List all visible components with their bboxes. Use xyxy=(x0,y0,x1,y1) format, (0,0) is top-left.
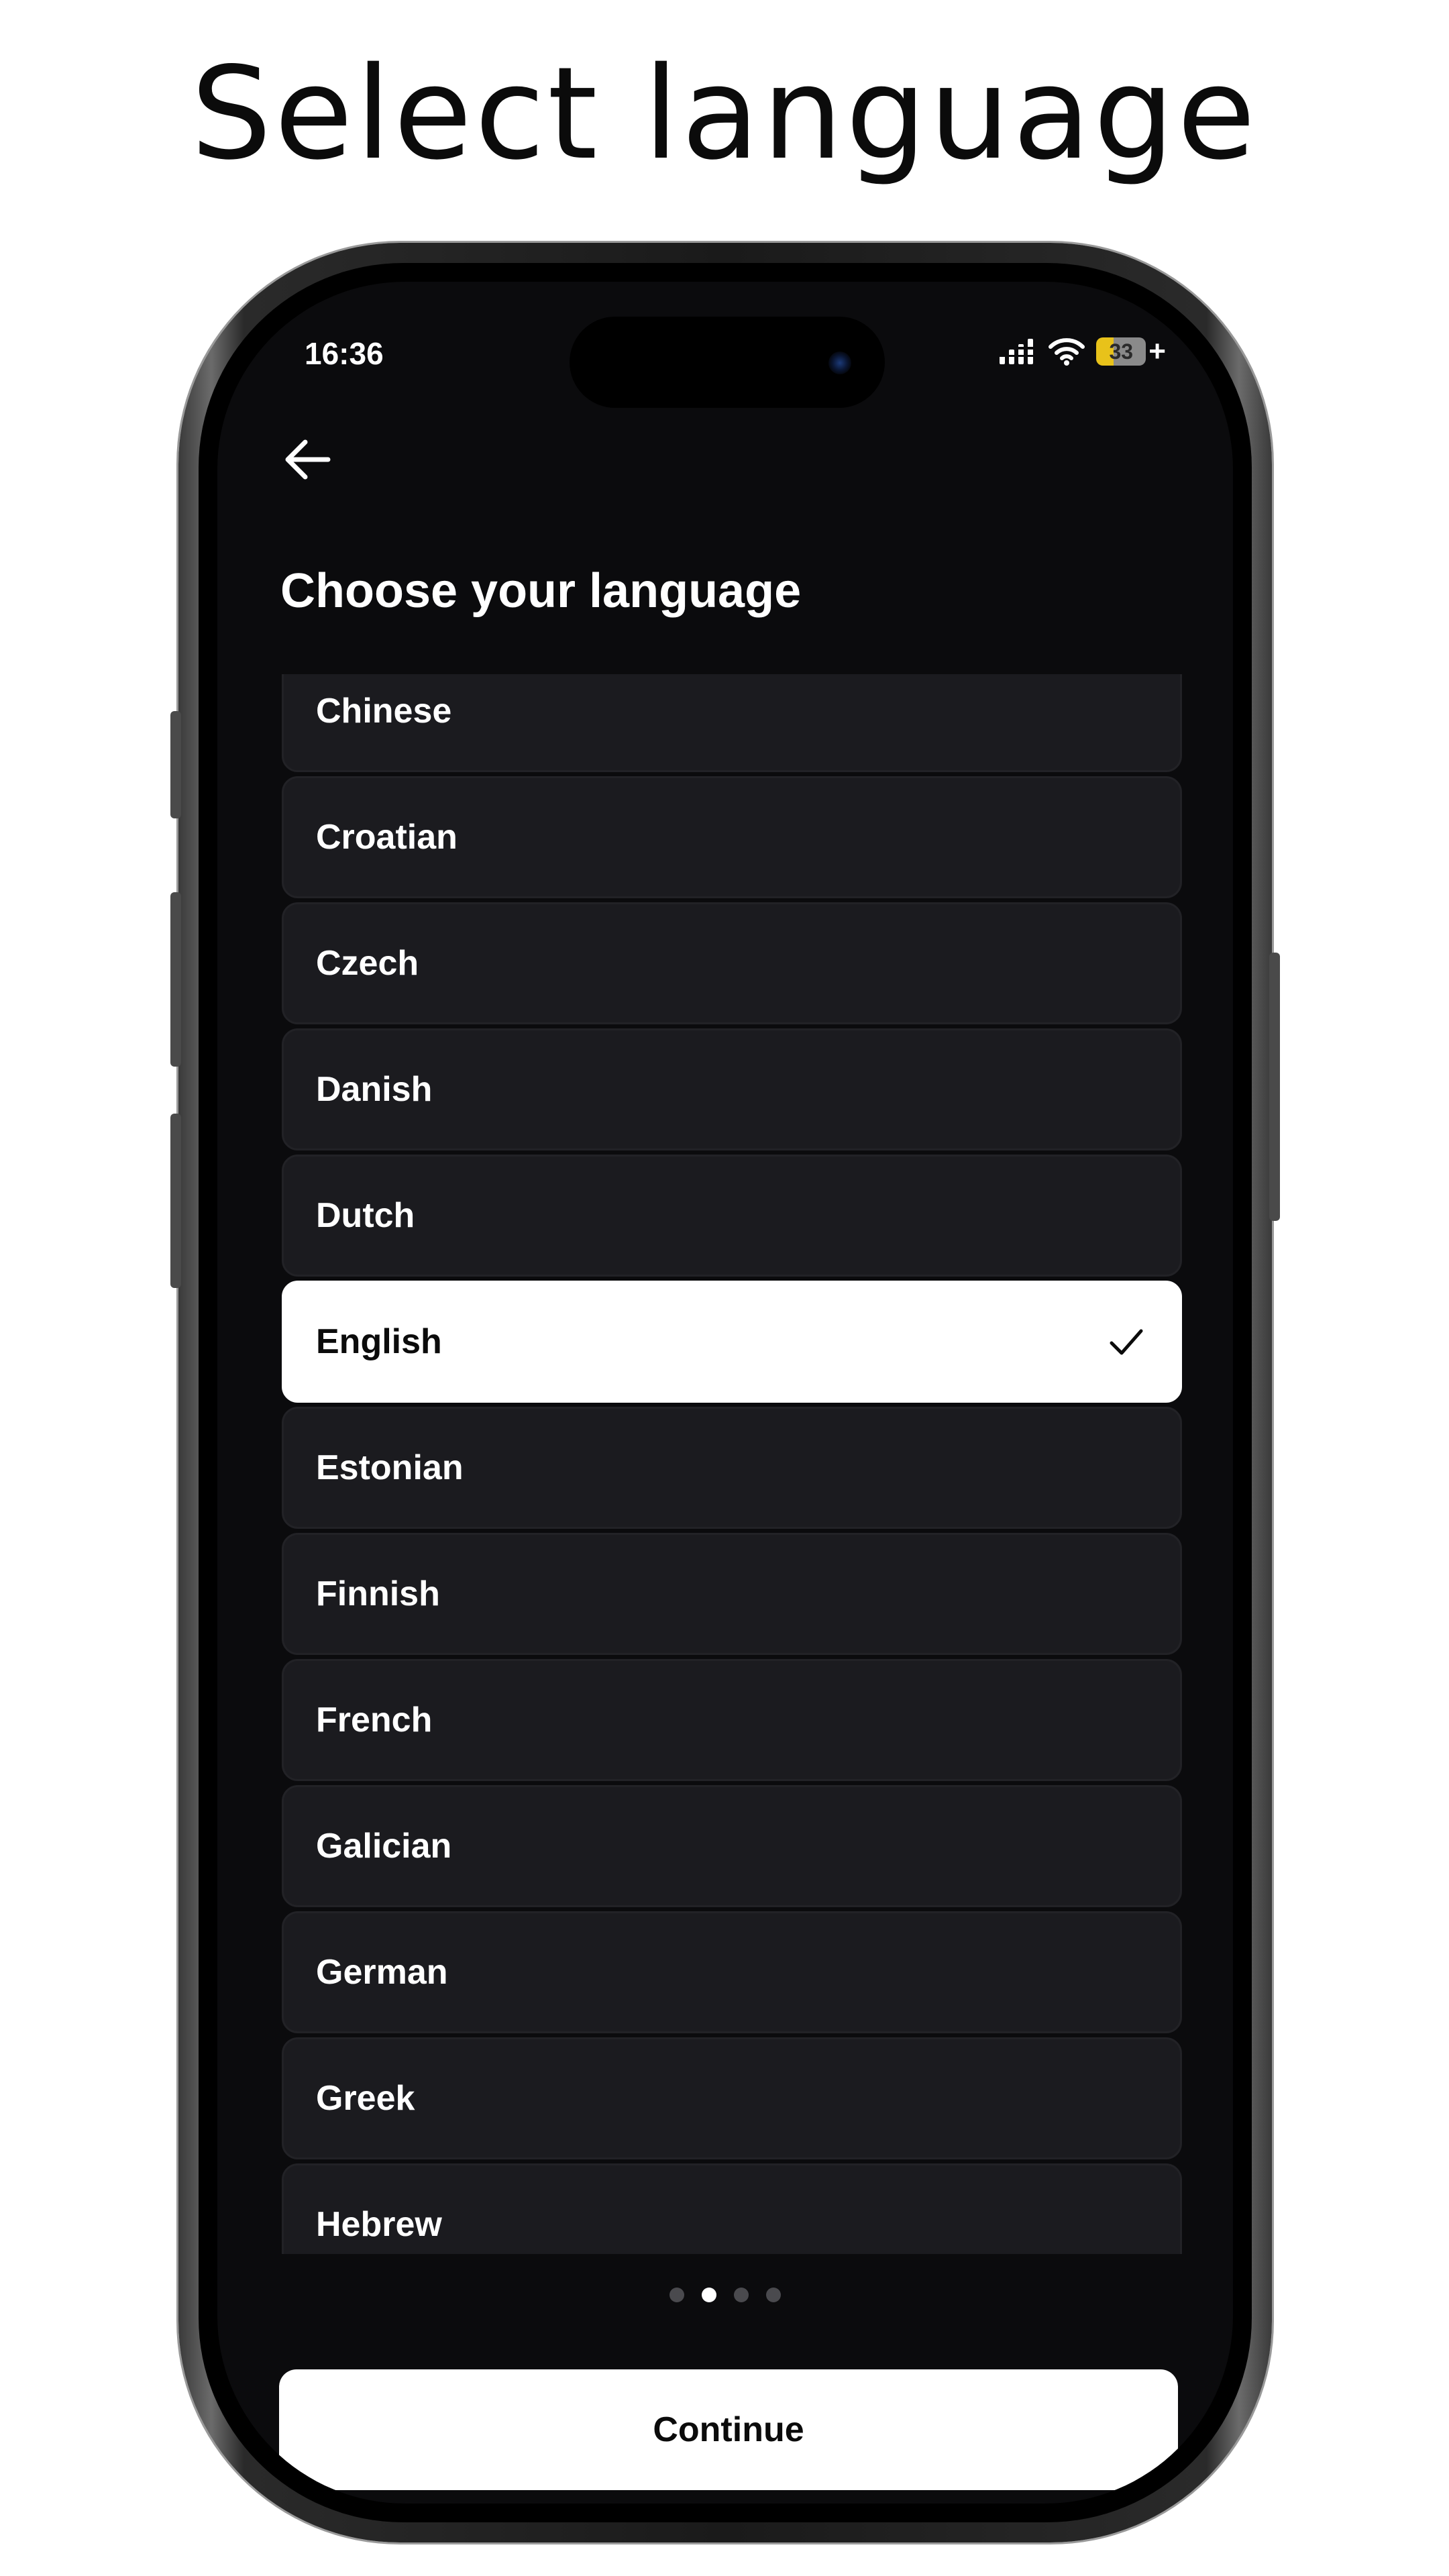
back-button[interactable] xyxy=(271,423,345,496)
language-option-hebrew[interactable]: Hebrew xyxy=(282,2163,1182,2254)
language-label: Hebrew xyxy=(316,2205,442,2244)
power-button xyxy=(1269,953,1280,1221)
wifi-icon xyxy=(1049,338,1085,366)
language-label: French xyxy=(316,1701,433,1739)
language-option-chinese[interactable]: Chinese xyxy=(282,674,1182,772)
front-camera xyxy=(828,352,851,374)
signal-icon xyxy=(998,339,1038,364)
language-label: Czech xyxy=(316,944,419,983)
battery-indicator: 33 + xyxy=(1096,337,1166,366)
page-indicator xyxy=(217,2288,1233,2302)
language-option-finnish[interactable]: Finnish xyxy=(282,1533,1182,1655)
status-time: 16:36 xyxy=(305,336,384,371)
checkmark-icon xyxy=(1110,1329,1143,1355)
language-option-galician[interactable]: Galician xyxy=(282,1785,1182,1907)
language-option-greek[interactable]: Greek xyxy=(282,2037,1182,2159)
volume-up-button xyxy=(170,892,181,1067)
language-option-croatian[interactable]: Croatian xyxy=(282,776,1182,898)
dynamic-island xyxy=(570,317,885,408)
language-option-czech[interactable]: Czech xyxy=(282,902,1182,1024)
language-option-german[interactable]: German xyxy=(282,1911,1182,2033)
page-dot xyxy=(734,2288,749,2302)
action-button xyxy=(170,711,181,818)
language-label: Finnish xyxy=(316,1574,440,1613)
continue-button[interactable]: Continue xyxy=(279,2369,1178,2490)
volume-down-button xyxy=(170,1114,181,1288)
language-list[interactable]: Chinese Croatian Czech Danish Dutch Engl… xyxy=(282,674,1182,2254)
page: Select language 16:36 33 + Choose your l… xyxy=(0,0,1449,2576)
battery-level: 33 xyxy=(1096,337,1146,366)
language-list-track: Chinese Croatian Czech Danish Dutch Engl… xyxy=(282,674,1182,2254)
language-label: German xyxy=(316,1953,448,1992)
language-label: Chinese xyxy=(316,692,452,731)
page-title: Choose your language xyxy=(280,564,802,618)
page-dot-active xyxy=(702,2288,716,2302)
language-option-dutch[interactable]: Dutch xyxy=(282,1155,1182,1277)
language-option-danish[interactable]: Danish xyxy=(282,1028,1182,1150)
continue-button-label: Continue xyxy=(653,2410,804,2449)
language-label: English xyxy=(316,1322,442,1361)
phone-screen: 16:36 33 + Choose your language Chinese … xyxy=(217,282,1233,2504)
language-option-estonian[interactable]: Estonian xyxy=(282,1407,1182,1529)
language-label: Dutch xyxy=(316,1196,415,1235)
language-label: Greek xyxy=(316,2079,415,2118)
arrow-left-icon xyxy=(285,439,331,480)
language-option-french[interactable]: French xyxy=(282,1659,1182,1781)
status-icons: 33 + xyxy=(998,333,1166,370)
language-label: Estonian xyxy=(316,1448,464,1487)
charging-indicator: + xyxy=(1148,335,1166,368)
language-option-english[interactable]: English xyxy=(282,1281,1182,1403)
page-dot xyxy=(669,2288,684,2302)
language-label: Danish xyxy=(316,1070,433,1109)
language-label: Galician xyxy=(316,1827,452,1866)
page-dot xyxy=(766,2288,781,2302)
language-label: Croatian xyxy=(316,818,458,857)
page-headline: Select language xyxy=(191,40,1258,188)
